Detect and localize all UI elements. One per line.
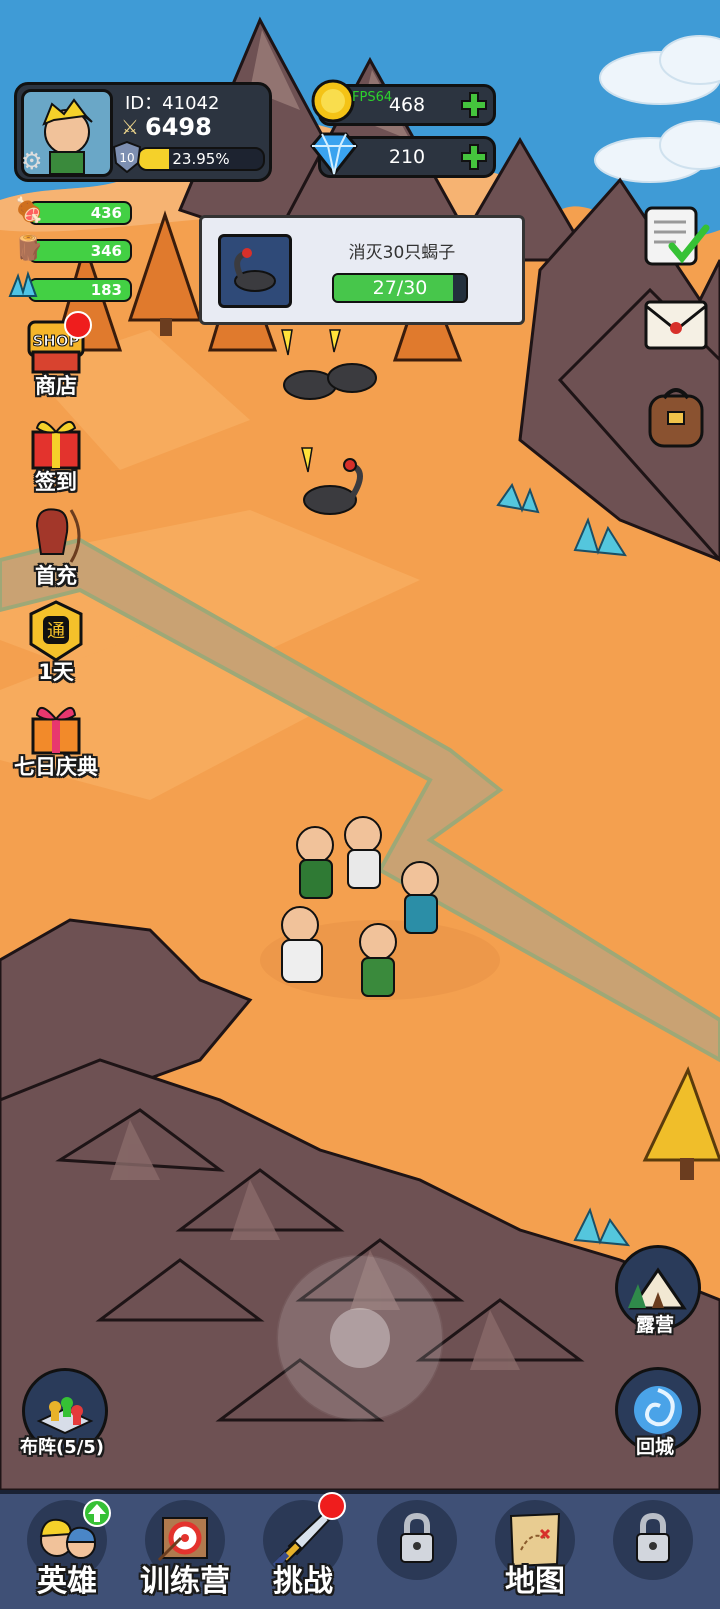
bottom-navigation-bar: 英雄 训练营 挑战 地图 [0,1490,720,1609]
return-city-label: 回城 [635,1436,674,1458]
upgrade-arrow-icon [83,1499,111,1527]
diamond-amount: 210 [388,146,426,168]
first-recharge-button[interactable]: 首充 [10,502,102,590]
camp-label: 露营 [635,1314,674,1336]
quest-progress-text: 27/30 [372,277,428,299]
fps-counter: FPS64 [352,90,393,105]
archer-girl-icon [35,508,81,563]
sign-in-button[interactable]: 签到 [10,408,102,496]
pass-icon: 通 [29,600,83,662]
nav-training-camp-label: 训练营 [140,1564,230,1599]
nav-map[interactable]: 地图 [480,1500,590,1604]
gift-box-icon [31,421,81,470]
formation-label: 布阵(5/5) [19,1437,105,1458]
nav-map-label: 地图 [505,1564,565,1599]
add-diamond-plus-icon[interactable] [459,142,489,172]
player-id: ID：41042 [125,93,220,114]
backpack-icon[interactable] [642,380,710,450]
level-shield-icon: 10 [113,141,141,173]
virtual-joystick [276,1254,444,1422]
player-profile-panel[interactable]: ⚙ ID：41042 ⚔ 6498 23.95% 10 [14,82,272,182]
task-checklist-icon[interactable] [638,200,710,272]
quest-tracker-panel[interactable]: 消灭30只蝎子 27/30 [199,215,525,325]
power-icon: ⚔ [121,115,139,139]
challenge-notification-dot [318,1492,346,1520]
settings-gear-icon[interactable]: ⚙ [21,147,43,175]
resource-bar-crystal: 183 [28,278,132,302]
scorpion-enemies [283,363,377,515]
gold-coin-icon [311,79,355,123]
nav-training-camp[interactable]: 训练营 [130,1500,240,1604]
scorpion-quest-icon [218,234,292,308]
seven-day-celebration-button[interactable]: 七日庆典 [10,693,102,781]
quest-progress-bar: 27/30 [332,273,468,303]
player-level: 10 [119,151,134,165]
wood-icon: 🪵 [14,234,44,262]
nav-locked-slot-2[interactable] [598,1500,708,1604]
meat-icon: 🍖 [14,196,44,224]
celebration-gift-icon [31,707,81,755]
exp-bar: 23.95% [137,147,265,171]
quest-title: 消灭30只蝎子 [348,243,456,263]
lock-icon [613,1500,693,1580]
shop-notification-dot [64,311,92,339]
add-gold-plus-icon[interactable] [459,90,489,120]
nav-challenge-label: 挑战 [273,1564,333,1599]
diamond-icon [310,132,358,176]
lock-icon [377,1500,457,1580]
exp-percent: 23.95% [172,150,230,168]
nav-locked-slot-1[interactable] [362,1500,472,1604]
seven-day-celebration-label: 七日庆典 [14,755,98,779]
pass-badge-text: 通 [47,621,65,642]
mail-icon[interactable] [640,292,712,356]
resource-value: 183 [90,281,122,299]
crystal-icon [8,270,38,297]
battle-pass-button[interactable]: 通 1天 [10,598,102,686]
nav-heroes-label: 英雄 [37,1564,97,1599]
combat-power: 6498 [145,113,212,141]
crystals [496,482,631,1247]
